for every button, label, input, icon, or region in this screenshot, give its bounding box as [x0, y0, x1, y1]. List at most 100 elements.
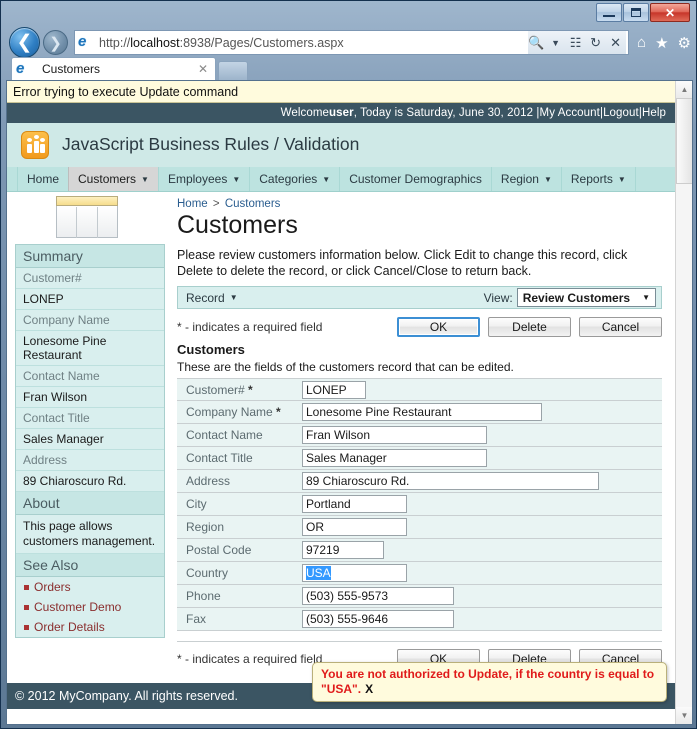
- nav-item-reports[interactable]: Reports ▼: [560, 167, 636, 191]
- home-icon[interactable]: ⌂: [637, 34, 646, 51]
- field-input-value: Sales Manager: [306, 451, 387, 465]
- field-label-text: Region: [186, 520, 225, 534]
- page-content: Error trying to execute Update command W…: [7, 81, 676, 724]
- new-tab-button[interactable]: [218, 61, 248, 80]
- delete-button-top[interactable]: Delete: [488, 317, 571, 337]
- link-logout[interactable]: Logout: [603, 107, 639, 119]
- sidebar-field-label: Contact Title: [16, 408, 164, 429]
- field-label-postal-code: Postal Code: [177, 543, 302, 557]
- sidebar-field-label: Contact Name: [16, 366, 164, 387]
- sidebar-link-customer-demo[interactable]: Customer Demo: [16, 597, 164, 617]
- maximize-button[interactable]: [623, 3, 649, 22]
- chevron-down-icon: ▼: [229, 293, 238, 302]
- nav-item-label: Reports: [570, 172, 613, 186]
- refresh-icon[interactable]: ↻: [588, 35, 603, 51]
- field-input-country[interactable]: USA: [302, 564, 407, 582]
- compat-view-icon[interactable]: ☷: [568, 35, 583, 51]
- page-title: Customers: [177, 211, 298, 239]
- bullet-icon: [24, 625, 29, 630]
- record-toolbar: Record ▼ View: Review Customers ▼: [177, 286, 662, 309]
- search-icon[interactable]: 🔍: [528, 35, 544, 51]
- field-input-city[interactable]: Portland: [302, 495, 407, 513]
- vertical-scrollbar[interactable]: ▲ ▼: [675, 81, 692, 724]
- sidebar-link-orders[interactable]: Orders: [16, 577, 164, 597]
- cancel-button-top[interactable]: Cancel: [579, 317, 662, 337]
- page-icon-wrap: [7, 192, 167, 244]
- window-controls: ✕: [596, 3, 690, 22]
- forward-button[interactable]: ❯: [43, 30, 68, 55]
- ok-button-top[interactable]: OK: [397, 317, 480, 337]
- tab-customers[interactable]: e Customers ✕: [11, 57, 216, 80]
- nav-item-home[interactable]: Home: [17, 167, 70, 191]
- field-input-contact-name[interactable]: Fran Wilson: [302, 426, 487, 444]
- scrollbar-thumb[interactable]: [676, 98, 692, 184]
- nav-item-customer-demographics[interactable]: Customer Demographics: [339, 167, 492, 191]
- field-label-contact-title: Contact Title: [177, 451, 302, 465]
- field-input-value: (503) 555-9573: [306, 589, 389, 603]
- field-input-region[interactable]: OR: [302, 518, 407, 536]
- field-input-customer-[interactable]: LONEP: [302, 380, 366, 399]
- sidebar-link-order-details[interactable]: Order Details: [16, 617, 164, 637]
- sidebar-field-value: Fran Wilson: [16, 387, 164, 408]
- link-my-account[interactable]: My Account: [540, 107, 600, 119]
- field-label-fax: Fax: [177, 612, 302, 626]
- field-input-value: 89 Chiaroscuro Rd.: [306, 474, 410, 488]
- field-input-value: USA: [306, 566, 331, 580]
- view-select[interactable]: Review Customers ▼: [516, 288, 656, 307]
- close-button[interactable]: ✕: [650, 3, 690, 22]
- browser-viewport: Error trying to execute Update command W…: [6, 80, 693, 725]
- browser-window: ✕ ❮ ❯ e http://localhost:8938/Pages/Cust…: [0, 0, 697, 729]
- scroll-up-icon[interactable]: ▲: [676, 81, 692, 98]
- sidebar-field-label: Address: [16, 450, 164, 471]
- sidebar-field-label: Customer#: [16, 268, 164, 289]
- top-buttons: OK Delete Cancel: [397, 317, 662, 337]
- nav-item-label: Home: [27, 172, 60, 186]
- tools-icon[interactable]: ⚙: [678, 34, 691, 52]
- address-bar-icons: 🔍 ▼ ☷ ↻ ✕: [528, 31, 627, 54]
- nav-item-customers[interactable]: Customers ▼: [68, 167, 159, 191]
- field-input-value: Portland: [306, 497, 351, 511]
- nav-item-region[interactable]: Region ▼: [490, 167, 562, 191]
- left-column: Summary Customer# LONEP Company Name Loneso…: [7, 192, 167, 674]
- tab-close-icon[interactable]: ✕: [195, 62, 211, 76]
- scroll-down-icon[interactable]: ▼: [676, 707, 692, 724]
- field-input-address[interactable]: 89 Chiaroscuro Rd.: [302, 472, 599, 490]
- address-bar[interactable]: e http://localhost:8938/Pages/Customers.…: [74, 30, 630, 55]
- nav-item-label: Employees: [167, 172, 228, 186]
- nav-item-employees[interactable]: Employees ▼: [157, 167, 251, 191]
- field-input-postal-code[interactable]: 97219: [302, 541, 384, 559]
- favorites-icon[interactable]: ★: [655, 34, 668, 52]
- tab-title: Customers: [42, 62, 101, 76]
- field-label-text: Fax: [186, 612, 207, 626]
- nav-item-categories[interactable]: Categories ▼: [249, 167, 341, 191]
- field-input-value: 97219: [306, 543, 340, 557]
- field-label-contact-name: Contact Name: [177, 428, 302, 442]
- chevron-down-icon: ▼: [322, 174, 331, 184]
- minimize-button[interactable]: [596, 3, 622, 22]
- chevron-down-icon[interactable]: ▼: [548, 38, 563, 48]
- breadcrumb-current: Customers: [224, 198, 281, 210]
- field-input-fax[interactable]: (503) 555-9646: [302, 610, 454, 628]
- field-input-contact-title[interactable]: Sales Manager: [302, 449, 487, 467]
- field-label-text: Address: [186, 474, 231, 488]
- field-input-phone[interactable]: (503) 555-9573: [302, 587, 454, 605]
- browser-tool-icons: ⌂ ★ ⚙: [637, 34, 694, 52]
- sidebar-link-label: Customer Demo: [34, 600, 122, 614]
- field-label-text: Postal Code: [186, 543, 252, 557]
- validation-tooltip: You are not authorized to Update, if the…: [312, 662, 667, 702]
- stop-icon[interactable]: ✕: [608, 35, 623, 51]
- field-input-company-name[interactable]: Lonesome Pine Restaurant: [302, 403, 542, 421]
- view-selected-value: Review Customers: [522, 290, 631, 305]
- breadcrumb-home[interactable]: Home: [177, 198, 208, 210]
- field-label-phone: Phone: [177, 589, 302, 603]
- field-row: Fax (503) 555-9646: [177, 608, 662, 631]
- chevron-down-icon: ▼: [617, 174, 626, 184]
- sidebar-field-value: Sales Manager: [16, 429, 164, 450]
- record-menu-button[interactable]: Record ▼: [186, 291, 238, 305]
- link-help[interactable]: Help: [642, 107, 666, 119]
- scrollbar-track[interactable]: [676, 184, 692, 707]
- tooltip-close-button[interactable]: X: [365, 682, 373, 696]
- required-asterisk: *: [244, 382, 253, 397]
- field-row: Address 89 Chiaroscuro Rd.: [177, 470, 662, 493]
- back-button[interactable]: ❮: [9, 27, 40, 58]
